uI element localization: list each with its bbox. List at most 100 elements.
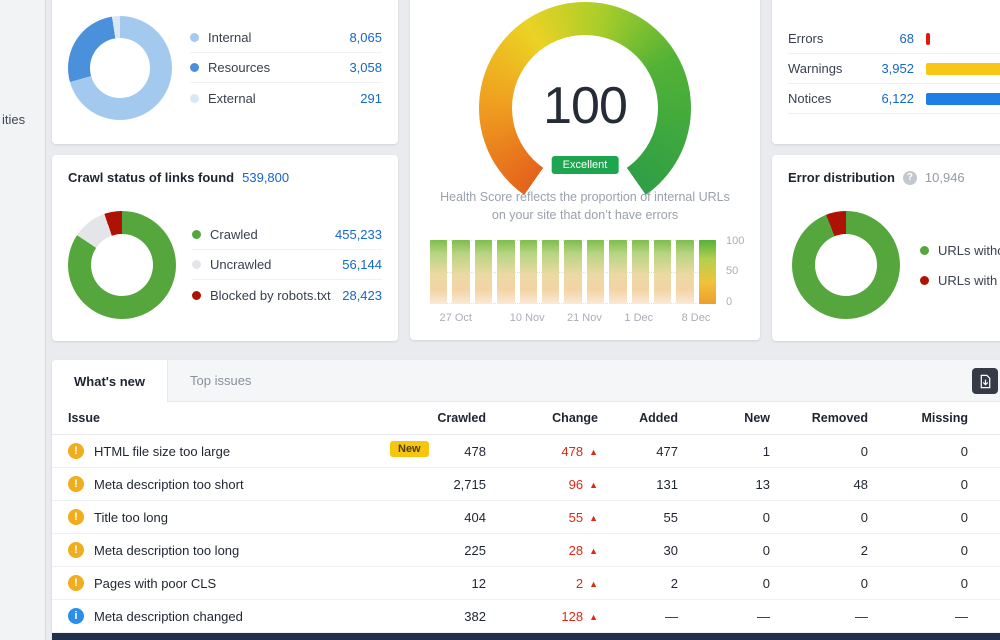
health-history-bar[interactable] xyxy=(632,240,649,304)
summary-value[interactable]: 68 xyxy=(846,31,914,46)
change-cell: 28▲ xyxy=(486,534,598,567)
issue-row[interactable]: !HTML file size too largeNew478478▲47710… xyxy=(52,435,1000,468)
export-button[interactable] xyxy=(972,368,998,394)
legend-item[interactable]: External291 xyxy=(190,83,382,113)
health-history-bar[interactable] xyxy=(520,240,537,304)
summary-label: Errors xyxy=(788,31,846,46)
left-sidebar-edge: ities xyxy=(0,0,46,640)
change-value: 478 xyxy=(561,444,583,459)
legend-label: Blocked by robots.txt xyxy=(210,288,331,303)
legend-dot xyxy=(192,291,201,300)
issue-label[interactable]: Title too long xyxy=(94,510,168,525)
links-donut-chart[interactable] xyxy=(68,16,172,120)
legend-label: URLs with er xyxy=(938,273,1000,288)
warning-icon: ! xyxy=(68,509,84,525)
x-tick-label: 8 Dec xyxy=(682,312,711,324)
sidebar-partial-label[interactable]: ities xyxy=(2,112,25,127)
health-history-bar[interactable] xyxy=(497,240,514,304)
column-header-missing[interactable]: Missing xyxy=(868,402,968,435)
help-icon[interactable] xyxy=(903,171,917,185)
legend-value[interactable]: 455,233 xyxy=(335,227,382,242)
removed-cell: 0 xyxy=(770,435,868,468)
column-header-issue[interactable]: Issue xyxy=(52,402,378,435)
health-history-bar[interactable] xyxy=(542,240,559,304)
crawl-status-legend: Crawled455,233Uncrawled56,144Blocked by … xyxy=(192,220,382,310)
legend-value[interactable]: 56,144 xyxy=(342,257,382,272)
tab-whats-new[interactable]: What's new xyxy=(52,360,168,402)
issue-label[interactable]: Meta description too long xyxy=(94,543,239,558)
health-history-bar[interactable] xyxy=(654,240,671,304)
change-cell: 128▲ xyxy=(486,600,598,633)
health-history-bar[interactable] xyxy=(587,240,604,304)
spacer-cell xyxy=(968,468,1000,501)
issue-label[interactable]: Meta description too short xyxy=(94,477,244,492)
legend-value[interactable]: 28,423 xyxy=(342,288,382,303)
health-history-bar[interactable] xyxy=(699,240,716,304)
added-cell: 2 xyxy=(598,567,678,600)
summary-value[interactable]: 6,122 xyxy=(846,91,914,106)
column-header-removed[interactable]: Removed xyxy=(770,402,868,435)
added-cell: 55 xyxy=(598,501,678,534)
warning-icon: ! xyxy=(68,443,84,459)
column-header-new[interactable]: New xyxy=(678,402,770,435)
change-value: 128 xyxy=(561,609,583,624)
legend-label: Crawled xyxy=(210,227,258,242)
missing-cell: 0 xyxy=(868,534,968,567)
health-history-bar[interactable] xyxy=(430,240,447,304)
summary-value[interactable]: 3,952 xyxy=(846,61,914,76)
column-header-added[interactable]: Added xyxy=(598,402,678,435)
x-tick-label: 21 Nov xyxy=(567,312,602,324)
y-tick-label: 50 xyxy=(726,265,738,277)
health-history-bar[interactable] xyxy=(475,240,492,304)
legend-value[interactable]: 291 xyxy=(360,91,382,106)
health-history-bar[interactable] xyxy=(452,240,469,304)
issue-row[interactable]: !Meta description too long22528▲30020 xyxy=(52,534,1000,567)
legend-item[interactable]: Crawled 455,233 xyxy=(192,220,382,250)
crawl-status-total[interactable]: 539,800 xyxy=(242,170,289,185)
legend-item[interactable]: Blocked by robots.txt 28,423 xyxy=(192,280,382,310)
legend-dot xyxy=(190,33,199,42)
health-history-bar[interactable] xyxy=(676,240,693,304)
new-badge: New xyxy=(390,441,429,457)
legend-item[interactable]: URLs without xyxy=(920,235,1000,265)
crawl-status-donut-chart[interactable] xyxy=(68,211,176,319)
new-cell: 13 xyxy=(678,468,770,501)
legend-item[interactable]: Resources3,058 xyxy=(190,53,382,83)
crawled-cell: 225 xyxy=(378,534,486,567)
column-header-crawled[interactable]: Crawled xyxy=(378,402,486,435)
issue-row[interactable]: !Meta description too short2,71596▲13113… xyxy=(52,468,1000,501)
legend-item[interactable]: Uncrawled56,144 xyxy=(192,250,382,280)
legend-item[interactable]: URLs with er xyxy=(920,265,1000,295)
info-icon: i xyxy=(68,608,84,624)
health-history-bar[interactable] xyxy=(564,240,581,304)
tab-top-issues[interactable]: Top issues xyxy=(168,360,273,401)
new-cell: 0 xyxy=(678,501,770,534)
legend-item[interactable]: Internal8,065 xyxy=(190,23,382,53)
issues-summary-rows: Errors68Warnings3,952Notices6,122 xyxy=(788,24,1000,114)
column-header-change[interactable]: Change xyxy=(486,402,598,435)
summary-row-errors[interactable]: Errors68 xyxy=(788,24,1000,54)
health-history-bar[interactable] xyxy=(609,240,626,304)
history-x-axis: 27 Oct10 Nov21 Nov1 Dec8 Dec xyxy=(430,312,716,326)
issues-table-card: What's newTop issues IssueCrawledChangeA… xyxy=(52,360,1000,640)
error-distribution-title: Error distribution xyxy=(788,170,895,185)
error-distribution-donut-chart[interactable] xyxy=(792,211,900,319)
issues-summary-card: Errors68Warnings3,952Notices6,122 xyxy=(772,0,1000,144)
new-cell: 0 xyxy=(678,534,770,567)
summary-row-notices[interactable]: Notices6,122 xyxy=(788,84,1000,114)
issue-label[interactable]: Pages with poor CLS xyxy=(94,576,216,591)
change-value: 96 xyxy=(569,477,583,492)
issue-row[interactable]: !Pages with poor CLS122▲2000 xyxy=(52,567,1000,600)
issue-row[interactable]: !Title too long40455▲55000 xyxy=(52,501,1000,534)
new-cell: 1 xyxy=(678,435,770,468)
issue-cell-content: i Meta description changed xyxy=(52,608,378,624)
issue-label[interactable]: HTML file size too large xyxy=(94,444,230,459)
links-found-card: Internal8,065Resources3,058External291 xyxy=(52,0,398,144)
legend-value[interactable]: 8,065 xyxy=(349,30,382,45)
warning-icon: ! xyxy=(68,575,84,591)
summary-row-warnings[interactable]: Warnings3,952 xyxy=(788,54,1000,84)
issue-label[interactable]: Meta description changed xyxy=(94,609,243,624)
issue-row[interactable]: iMeta description changed382128▲———— xyxy=(52,600,1000,633)
legend-value[interactable]: 3,058 xyxy=(349,60,382,75)
legend-dot xyxy=(920,246,929,255)
